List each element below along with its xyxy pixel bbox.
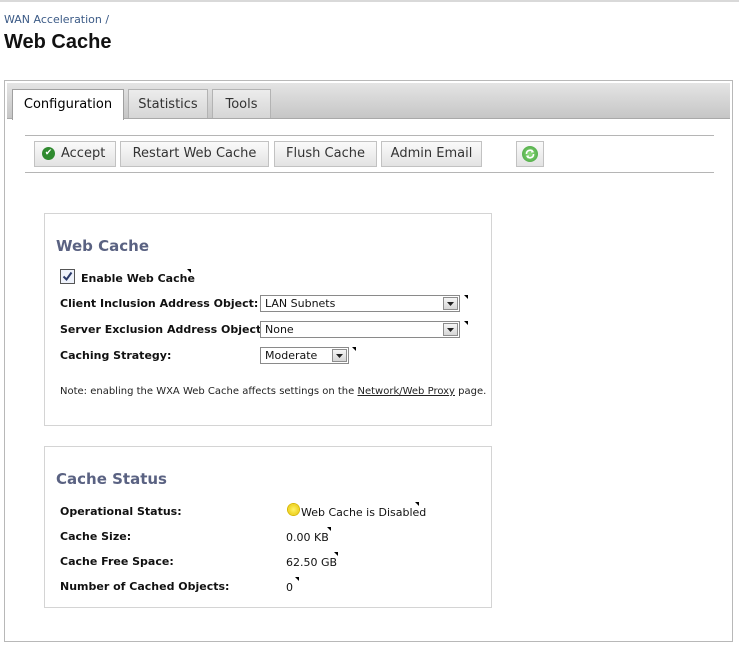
operational-status-label: Operational Status: (60, 505, 182, 518)
cache-size-value: 0.00 KB (286, 531, 329, 544)
refresh-icon (522, 146, 538, 162)
accept-button-label: Accept (61, 146, 106, 161)
cache-status-title: Cache Status (56, 470, 167, 488)
main-container: Configuration Statistics Tools ✔ Accept … (4, 80, 733, 642)
cached-objects-value: 0 (286, 581, 293, 594)
note-suffix: page. (454, 386, 487, 397)
restart-web-cache-button[interactable]: Restart Web Cache (120, 141, 269, 167)
tab-statistics[interactable]: Statistics (128, 89, 208, 118)
tab-tools[interactable]: Tools (212, 89, 271, 118)
page-title: Web Cache (4, 31, 112, 53)
caching-strategy-value: Moderate (265, 349, 318, 362)
operational-status-value: Web Cache is Disabled (301, 506, 427, 519)
chevron-down-icon (443, 297, 458, 310)
cache-status-panel: Cache Status Operational Status: Web Cac… (44, 446, 492, 608)
tab-bar: Configuration Statistics Tools (7, 83, 730, 120)
client-inclusion-label: Client Inclusion Address Object: (60, 297, 259, 310)
web-cache-note: Note: enabling the WXA Web Cache affects… (60, 386, 486, 397)
toolbar-divider-bottom (25, 172, 714, 173)
breadcrumb[interactable]: WAN Acceleration / (4, 13, 109, 26)
help-marker (464, 321, 468, 325)
chevron-down-icon (332, 349, 347, 362)
top-divider (0, 0, 739, 2)
network-web-proxy-link[interactable]: Network/Web Proxy (357, 386, 455, 397)
client-inclusion-select[interactable]: LAN Subnets (260, 295, 460, 312)
refresh-button[interactable] (516, 141, 544, 167)
help-marker (327, 527, 331, 531)
enable-web-cache-label[interactable]: Enable Web Cache (81, 272, 195, 285)
help-marker (334, 552, 338, 556)
checkmark-icon: ✔ (42, 147, 55, 160)
server-exclusion-value: None (265, 323, 294, 336)
help-marker (464, 295, 468, 299)
admin-email-button[interactable]: Admin Email (381, 141, 482, 167)
toolbar-divider-top (25, 135, 714, 136)
chevron-down-icon (443, 323, 458, 336)
client-inclusion-value: LAN Subnets (265, 297, 336, 310)
note-text: Note: enabling the WXA Web Cache affects… (60, 386, 358, 397)
cache-size-label: Cache Size: (60, 530, 132, 543)
cached-objects-label: Number of Cached Objects: (60, 580, 230, 593)
tab-configuration[interactable]: Configuration (12, 89, 124, 120)
help-marker (187, 269, 191, 273)
cache-free-space-value: 62.50 GB (286, 556, 338, 569)
help-marker (352, 347, 356, 351)
web-cache-title: Web Cache (56, 237, 150, 255)
enable-web-cache-checkbox[interactable] (60, 269, 75, 284)
server-exclusion-label: Server Exclusion Address Object: (60, 323, 266, 336)
status-warning-icon (288, 504, 299, 515)
caching-strategy-label: Caching Strategy: (60, 349, 172, 362)
web-cache-panel: Web Cache Enable Web Cache Client Inclus… (44, 213, 492, 426)
help-marker (415, 502, 419, 506)
cache-free-space-label: Cache Free Space: (60, 555, 174, 568)
help-marker (295, 577, 299, 581)
accept-button[interactable]: ✔ Accept (34, 141, 116, 167)
server-exclusion-select[interactable]: None (260, 321, 460, 338)
flush-cache-button[interactable]: Flush Cache (274, 141, 377, 167)
caching-strategy-select[interactable]: Moderate (260, 347, 349, 364)
